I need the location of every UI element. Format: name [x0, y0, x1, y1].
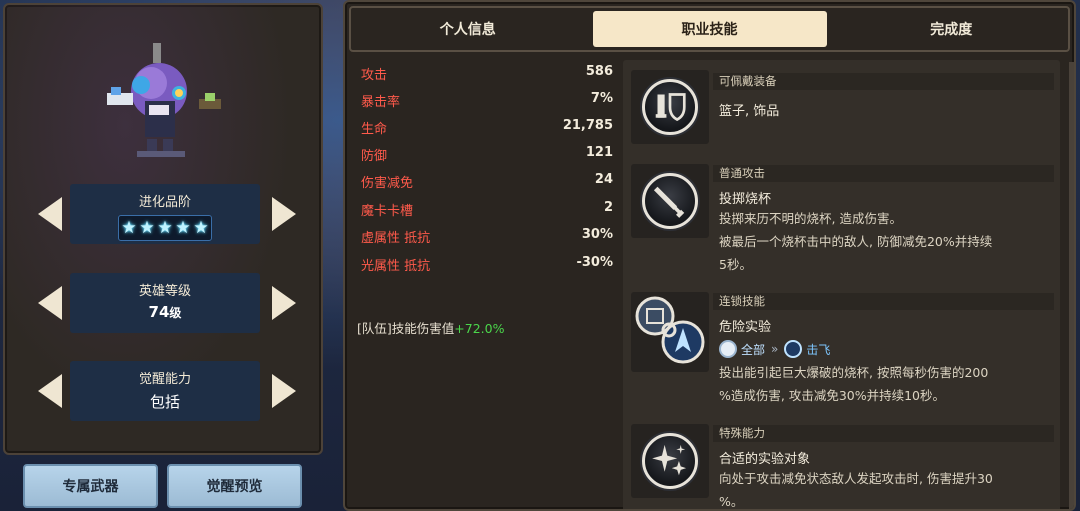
- star-icon: ★: [121, 217, 137, 238]
- chevron-right-icon: »: [771, 342, 779, 356]
- awakening-prev-arrow[interactable]: [38, 374, 62, 408]
- evolution-next-arrow[interactable]: [272, 197, 296, 231]
- skill-description-line: 投掷来历不明的烧杯, 造成伤害。: [719, 211, 902, 226]
- skill-icon-box: [631, 164, 709, 238]
- skill-description-line: 5秒。: [719, 257, 752, 272]
- stat-row: 生命 21,785: [357, 118, 613, 138]
- awakening-block: 觉醒能力 包括: [70, 361, 260, 421]
- evolution-prev-arrow[interactable]: [38, 197, 62, 231]
- stat-name: 攻击: [361, 68, 388, 83]
- skill-description-line: 向处于攻击减免状态敌人发起攻击时, 伤害提升30: [719, 471, 993, 486]
- stat-name: 防御: [361, 149, 388, 164]
- skill-icon-box: [631, 70, 709, 144]
- hero-panel: 进化品阶 ★ ★ ★ ★ ★ 英雄等级 74级 觉醒能力 包括: [3, 3, 323, 455]
- skill-category: 可佩戴装备: [713, 73, 1054, 90]
- awakening-next-arrow[interactable]: [272, 374, 296, 408]
- stat-value: 586: [585, 64, 613, 79]
- level-next-arrow[interactable]: [272, 286, 296, 320]
- awakening-value: 包括: [149, 393, 180, 411]
- skill-description-line: %。: [719, 494, 744, 509]
- skill-category: 普通攻击: [713, 165, 1054, 182]
- stat-row: 暴击率 7%: [357, 91, 613, 111]
- skill-description-line: %造成伤害, 攻击减免30%并持续10秒。: [719, 388, 946, 403]
- evolution-label: 进化品阶: [138, 195, 191, 210]
- skill-description-line: 投出能引起巨大爆破的烧杯, 按照每秒伤害的200: [719, 365, 989, 380]
- stat-row: 攻击 586: [357, 64, 613, 84]
- hero-sprite: [107, 43, 221, 157]
- tab-personal-info[interactable]: 个人信息: [354, 11, 582, 47]
- stat-value: 7%: [590, 91, 613, 106]
- chain-from-label: 全部: [741, 342, 766, 357]
- tab-bar: 个人信息 职业技能 完成度: [349, 6, 1070, 52]
- stat-name: 光属性 抵抗: [361, 259, 431, 274]
- sparkle-icon: [642, 433, 698, 489]
- skill-category: 连锁技能: [713, 293, 1054, 310]
- star-icon: ★: [139, 217, 155, 238]
- stat-name: 魔卡卡槽: [361, 204, 414, 219]
- stat-value: -30%: [576, 255, 613, 270]
- stat-row: 伤害减免 24: [357, 172, 613, 192]
- evolution-block: 进化品阶 ★ ★ ★ ★ ★: [70, 184, 260, 244]
- skill-icon-box: [631, 292, 709, 372]
- tab-class-skills[interactable]: 职业技能: [592, 11, 827, 47]
- tab-completion[interactable]: 完成度: [838, 11, 1066, 47]
- stat-name: 伤害减免: [361, 176, 414, 191]
- stat-value: 24: [594, 172, 613, 187]
- hero-level-block: 英雄等级 74级: [70, 273, 260, 333]
- stat-value: 30%: [581, 227, 613, 242]
- all-target-icon: [719, 340, 737, 358]
- skill-normal-attack: 普通攻击 投掷烧杯 投掷来历不明的烧杯, 造成伤害。 被最后一个烧杯击中的敌人,…: [629, 158, 1054, 280]
- chain-to-label: 击飞: [806, 342, 831, 357]
- team-skill-bonus: [队伍]技能伤害值+72.0%: [357, 318, 504, 337]
- stat-value: 2: [603, 200, 613, 215]
- chain-condition: 全部 » 击飞: [719, 339, 830, 359]
- team-bonus-label: [队伍]技能伤害值: [357, 321, 455, 336]
- awakening-label: 觉醒能力: [138, 372, 191, 387]
- skill-special: 特殊能力 合适的实验对象 向处于攻击减免状态敌人发起攻击时, 伤害提升30 %。: [629, 418, 1054, 509]
- sword-icon: [642, 173, 698, 229]
- stats-list: 攻击 586 暴击率 7% 生命 21,785 防御 121 伤害减免 24 魔…: [357, 60, 613, 460]
- stat-value: 21,785: [562, 118, 613, 133]
- hero-level-label: 英雄等级: [138, 284, 191, 299]
- skill-icon-box: [631, 424, 709, 498]
- skill-title: 危险实验: [719, 320, 772, 335]
- evolution-stars: ★ ★ ★ ★ ★: [118, 215, 212, 241]
- team-bonus-value: +72.0%: [454, 321, 505, 336]
- awakening-preview-button[interactable]: 觉醒预览: [167, 464, 302, 508]
- skill-title: 合适的实验对象: [719, 452, 811, 467]
- star-icon: ★: [175, 217, 191, 238]
- chain-skill-icon: [635, 296, 705, 364]
- stat-name: 暴击率: [361, 95, 401, 110]
- stat-row: 防御 121: [357, 145, 613, 165]
- skill-equipment: 可佩戴装备 篮子, 饰品: [629, 66, 1054, 148]
- star-icon: ★: [157, 217, 173, 238]
- stat-name: 虚属性 抵抗: [361, 231, 431, 246]
- info-panel: 个人信息 职业技能 完成度 攻击 586 暴击率 7% 生命 21,785 防御…: [343, 0, 1076, 511]
- knockup-icon: [784, 340, 803, 358]
- skill-description-line: 被最后一个烧杯击中的敌人, 防御减免20%并持续: [719, 234, 993, 249]
- skill-chain: 连锁技能 危险实验 全部 » 击飞 投出能引起巨大爆破的烧杯, 按照每秒伤害的2…: [629, 286, 1054, 410]
- skills-list: 可佩戴装备 篮子, 饰品 普通攻击 投掷烧杯 投掷来历不明的烧杯, 造成伤害。 …: [623, 60, 1060, 509]
- skill-category: 特殊能力: [713, 425, 1054, 442]
- exclusive-weapon-button[interactable]: 专属武器: [23, 464, 158, 508]
- stat-row: 虚属性 抵抗 30%: [357, 227, 613, 247]
- skills-scrollbar[interactable]: [1069, 62, 1074, 509]
- stat-value: 121: [585, 145, 613, 160]
- equipment-icon: [642, 79, 698, 135]
- skill-title: 篮子, 饰品: [719, 104, 780, 119]
- star-icon: ★: [193, 217, 209, 238]
- hero-level-value: 74级: [148, 303, 182, 321]
- stat-row: 光属性 抵抗 -30%: [357, 255, 613, 275]
- skill-title: 投掷烧杯: [719, 192, 772, 207]
- level-prev-arrow[interactable]: [38, 286, 62, 320]
- stat-row: 魔卡卡槽 2: [357, 200, 613, 220]
- stat-name: 生命: [361, 122, 388, 137]
